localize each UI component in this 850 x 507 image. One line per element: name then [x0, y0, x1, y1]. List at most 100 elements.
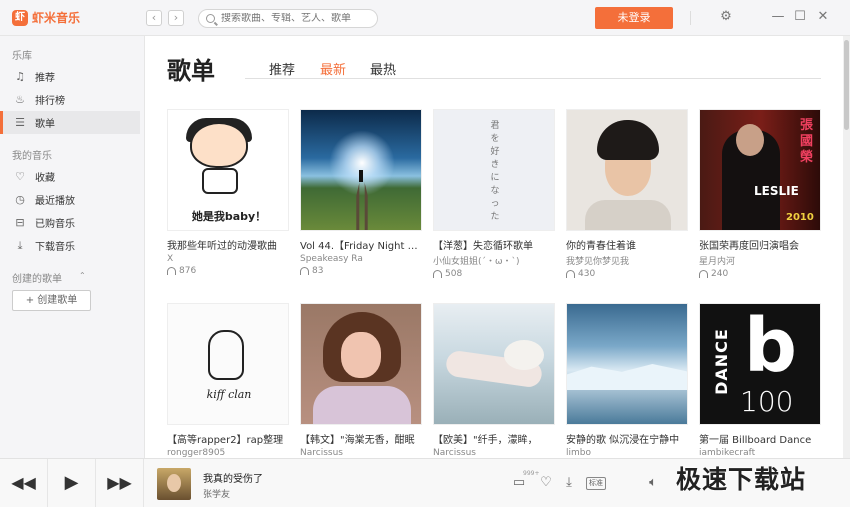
- previous-track-icon[interactable]: ◀◀: [0, 459, 48, 507]
- created-playlists-title: 创建的歌单: [12, 274, 62, 285]
- cover-art: [313, 386, 411, 424]
- playlist-card[interactable]: 【欧美】"纤手，濛眸， Narcissus: [433, 303, 555, 458]
- playlist-author[interactable]: 小仙女姐姐(´・ω・`): [433, 254, 555, 267]
- tab-latest[interactable]: 最新: [320, 59, 346, 78]
- search-box[interactable]: [198, 9, 378, 28]
- playlist-cover[interactable]: 她是我baby！: [167, 109, 289, 231]
- playlist-card[interactable]: 張國榮 LESLIE 2010 张国荣再度回归演唱会 星月内河 240: [699, 109, 821, 279]
- playlist-card[interactable]: 安静的歌 似沉浸在宁静中 limbo: [566, 303, 688, 458]
- headphones-icon: [167, 267, 176, 275]
- cover-caption: 她是我baby！: [191, 210, 267, 223]
- app-logo[interactable]: 虾 虾米音乐: [12, 9, 80, 26]
- playlist-author[interactable]: 星月内河: [699, 254, 821, 267]
- playlist-card[interactable]: 你的青春住着谁 我梦见你梦见我 430: [566, 109, 688, 279]
- playlist-title[interactable]: 【洋葱】失恋循环歌单: [433, 237, 555, 252]
- sidebar-item-downloads[interactable]: ⤓ 下载音乐: [0, 234, 140, 257]
- cover-caption: 張國榮: [800, 118, 814, 165]
- sidebar-item-favorites[interactable]: ♡ 收藏: [0, 165, 140, 188]
- playlist-author[interactable]: Narcissus: [300, 448, 422, 458]
- main-content: 歌单 推荐 最新 最热 她是我baby！ 我那些年听过的动漫歌曲 X 876 V…: [145, 36, 843, 458]
- tab-recommend[interactable]: 推荐: [269, 59, 295, 78]
- download-icon: ⤓: [17, 238, 23, 252]
- playlist-cover[interactable]: [300, 303, 422, 425]
- cover-art: [359, 170, 363, 182]
- playlist-card[interactable]: Vol 44.【Friday Night Dancing】 Speakeasy …: [300, 109, 422, 276]
- playlist-cover[interactable]: [300, 109, 422, 231]
- quality-button[interactable]: 标准: [586, 477, 606, 490]
- now-playing-cover[interactable]: [157, 468, 191, 500]
- search-input[interactable]: [221, 13, 371, 24]
- tab-hottest[interactable]: 最热: [370, 59, 396, 78]
- sidebar-item-recommend[interactable]: ♫ 推荐: [0, 65, 140, 88]
- playlist-author[interactable]: 我梦见你梦见我: [566, 254, 688, 267]
- next-track-icon[interactable]: ▶▶: [96, 459, 144, 507]
- playlist-title[interactable]: 安静的歌 似沉浸在宁静中: [566, 431, 688, 446]
- my-music-section-title: 我的音乐: [12, 151, 52, 162]
- now-playing-title[interactable]: 我真的受伤了: [203, 470, 263, 485]
- gear-icon[interactable]: ⚙: [718, 9, 734, 25]
- playlist-cover[interactable]: kiff clan: [167, 303, 289, 425]
- sidebar-item-recent[interactable]: ◷ 最近播放: [0, 188, 140, 211]
- playlist-author[interactable]: X: [167, 254, 289, 264]
- playlist-title[interactable]: 【欧美】"纤手，濛眸，: [433, 431, 555, 446]
- play-icon[interactable]: ▶: [48, 459, 96, 507]
- maximize-icon[interactable]: ☐: [792, 9, 808, 25]
- sidebar-item-label: 歌单: [35, 119, 55, 130]
- chevron-up-icon[interactable]: ⌃: [79, 271, 86, 280]
- playlist-cover[interactable]: [566, 303, 688, 425]
- login-button[interactable]: 未登录: [595, 7, 673, 29]
- playlist-title[interactable]: 第一届 Billboard Dance: [699, 431, 821, 446]
- sidebar-item-charts[interactable]: ♨ 排行榜: [0, 88, 140, 111]
- playlist-card[interactable]: DANCE b 100 第一届 Billboard Dance iambikec…: [699, 303, 821, 458]
- now-playing-artist[interactable]: 张学友: [203, 487, 230, 500]
- page-title: 歌单: [167, 57, 215, 85]
- logo-icon: 虾: [12, 9, 28, 26]
- playlist-author[interactable]: Speakeasy Ra: [300, 254, 422, 264]
- create-playlist-button[interactable]: + 创建歌单: [12, 290, 91, 311]
- playlist-card[interactable]: 她是我baby！ 我那些年听过的动漫歌曲 X 876: [167, 109, 289, 276]
- sidebar-item-purchased[interactable]: ⊟ 已购音乐: [0, 211, 140, 234]
- back-button[interactable]: ‹: [146, 10, 162, 26]
- playlist-cover[interactable]: 君を好きになった: [433, 109, 555, 231]
- playlist-cover[interactable]: 張國榮 LESLIE 2010: [699, 109, 821, 231]
- playlist-title[interactable]: 张国荣再度回归演唱会: [699, 237, 821, 252]
- play-count: 83: [300, 266, 422, 276]
- sidebar-item-label: 收藏: [35, 173, 55, 184]
- playlist-title[interactable]: Vol 44.【Friday Night Dancing】: [300, 237, 422, 252]
- playlist-title[interactable]: 【韩文】"海棠无香，酣眠: [300, 431, 422, 446]
- tab-divider: [245, 78, 821, 79]
- cover-caption: DANCE: [711, 328, 731, 395]
- playlist-card[interactable]: kiff clan 【高等rapper2】rap整理 rongger8905: [167, 303, 289, 458]
- cover-art: [202, 168, 238, 194]
- scrollbar-thumb[interactable]: [844, 40, 849, 130]
- playlist-author[interactable]: Narcissus: [433, 448, 555, 458]
- playlist-title[interactable]: 【高等rapper2】rap整理: [167, 431, 289, 446]
- playlist-title[interactable]: 你的青春住着谁: [566, 237, 688, 252]
- headphones-icon: [699, 270, 708, 278]
- download-icon[interactable]: ⤓: [561, 475, 577, 491]
- playlist-author[interactable]: limbo: [566, 448, 688, 458]
- playlist-cover[interactable]: DANCE b 100: [699, 303, 821, 425]
- playlist-cover[interactable]: [433, 303, 555, 425]
- clock-icon: ◷: [15, 192, 25, 206]
- play-count: 508: [433, 269, 555, 279]
- close-icon[interactable]: ✕: [815, 9, 831, 25]
- forward-button[interactable]: ›: [168, 10, 184, 26]
- cover-caption: b: [744, 303, 797, 389]
- app-name: 虾米音乐: [32, 11, 81, 25]
- titlebar-divider: [690, 11, 691, 25]
- sidebar-item-playlists[interactable]: ☰ 歌单: [0, 111, 140, 134]
- playlist-author[interactable]: iambikecraft: [699, 448, 821, 458]
- comment-icon[interactable]: ▭: [511, 475, 527, 491]
- volume-icon[interactable]: 🔈︎: [645, 475, 661, 491]
- cover-art: [567, 364, 687, 390]
- minimize-icon[interactable]: —: [770, 9, 786, 25]
- playlist-author[interactable]: rongger8905: [167, 448, 289, 458]
- playlist-icon: ☰: [15, 115, 25, 129]
- playlist-card[interactable]: 君を好きになった 【洋葱】失恋循环歌单 小仙女姐姐(´・ω・`) 508: [433, 109, 555, 279]
- playlist-cover[interactable]: [566, 109, 688, 231]
- playlist-card[interactable]: 【韩文】"海棠无香，酣眠 Narcissus: [300, 303, 422, 458]
- heart-icon[interactable]: ♡: [538, 475, 554, 491]
- playlist-title[interactable]: 我那些年听过的动漫歌曲: [167, 237, 289, 252]
- vertical-scrollbar[interactable]: [843, 36, 850, 458]
